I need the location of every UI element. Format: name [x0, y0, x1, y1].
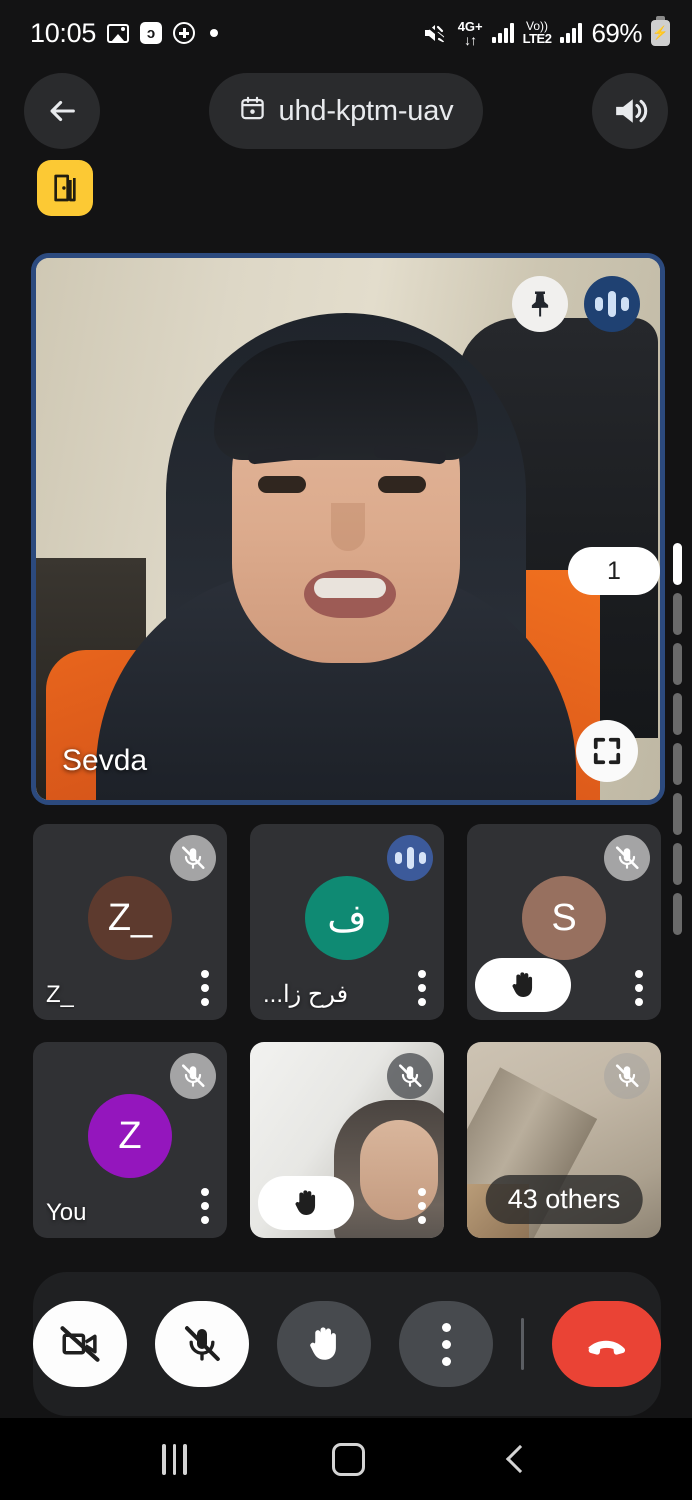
- more-vertical-icon: [441, 1322, 451, 1366]
- status-clock: 10:05: [30, 17, 97, 48]
- speaker-button[interactable]: [592, 73, 668, 149]
- android-nav-bar: [0, 1418, 692, 1500]
- mic-off-icon: [604, 1053, 650, 1099]
- person-hair: [214, 340, 478, 460]
- teeth: [314, 578, 386, 598]
- page-tick-7[interactable]: [673, 843, 682, 885]
- raise-hand-icon: [258, 1176, 354, 1230]
- camera-off-button[interactable]: [33, 1301, 127, 1387]
- plus-circle-icon: [173, 22, 196, 44]
- status-bar-right: 4G+ ↓↑ Vo)) LTE2 69% ⚡: [422, 16, 670, 49]
- nose: [331, 503, 365, 551]
- fullscreen-icon[interactable]: [576, 720, 638, 782]
- meeting-code-text: uhd-kptm-uav: [278, 94, 454, 127]
- page-indicator: 1: [568, 547, 660, 595]
- page-tick-8[interactable]: [673, 893, 682, 935]
- network-type-icon: 4G+ ↓↑: [457, 18, 483, 48]
- more-vertical-icon[interactable]: [418, 1188, 426, 1224]
- speaker-mute-icon: [422, 21, 449, 44]
- audio-levels-icon: [387, 835, 433, 881]
- more-vertical-icon[interactable]: [635, 970, 643, 1006]
- page-tick-5[interactable]: [673, 743, 682, 785]
- avatar: S: [522, 876, 606, 961]
- participant-tile-4[interactable]: [250, 1042, 444, 1238]
- mic-off-icon: [170, 1053, 216, 1099]
- meeting-top-bar: uhd-kptm-uav: [0, 66, 692, 156]
- raise-hand-button[interactable]: [277, 1301, 371, 1387]
- mic-off-icon: [170, 835, 216, 881]
- meet-screen: 10:05 ᴐ 4G+ ↓↑ Vo)) LTE2 69% ⚡ uhd-kptm-…: [0, 0, 692, 1500]
- calendar-icon: [239, 95, 266, 127]
- signal-bars-icon-1: [491, 23, 514, 43]
- eye-left: [258, 476, 306, 493]
- participant-name: You: [46, 1199, 87, 1226]
- participant-name: فرح زا...: [263, 981, 349, 1008]
- participant-tile-0[interactable]: Z_ Z_: [33, 824, 227, 1020]
- participant-tile-2[interactable]: S: [467, 824, 661, 1020]
- toolbar-divider: [521, 1318, 524, 1370]
- photo-icon: [107, 23, 130, 43]
- avatar: Z_: [88, 876, 172, 961]
- page-scroll-ticks[interactable]: [673, 543, 682, 935]
- back-icon[interactable]: [505, 1444, 534, 1474]
- others-count-label[interactable]: 43 others: [485, 1175, 643, 1224]
- pin-icon[interactable]: [512, 276, 568, 332]
- main-participant-name: Sevda: [62, 744, 148, 777]
- participant-tile-5[interactable]: 43 others: [467, 1042, 661, 1238]
- page-tick-1[interactable]: [673, 543, 682, 585]
- status-bar-left: 10:05 ᴐ: [30, 17, 219, 49]
- home-icon[interactable]: [331, 1442, 365, 1476]
- more-vertical-icon[interactable]: [201, 970, 209, 1006]
- dot-icon: [210, 29, 219, 37]
- main-video-tile[interactable]: Sevda: [31, 253, 665, 805]
- participant-tile-1[interactable]: ف فرح زا...: [250, 824, 444, 1020]
- raise-hand-icon: [475, 958, 571, 1012]
- more-options-button[interactable]: [399, 1301, 493, 1387]
- signal-bars-icon-2: [560, 23, 583, 43]
- participant-name: Z_: [46, 981, 75, 1008]
- mic-off-icon: [604, 835, 650, 881]
- meeting-code-chip[interactable]: uhd-kptm-uav: [208, 73, 484, 149]
- back-button[interactable]: [24, 73, 100, 149]
- mic-off-icon: [387, 1053, 433, 1099]
- participant-tile-3[interactable]: Z You: [33, 1042, 227, 1238]
- end-call-button[interactable]: [551, 1301, 661, 1387]
- mic-off-button[interactable]: [155, 1301, 249, 1387]
- avatar: Z: [88, 1094, 172, 1179]
- page-tick-3[interactable]: [673, 643, 682, 685]
- page-tick-6[interactable]: [673, 793, 682, 835]
- avatar: ف: [305, 876, 389, 961]
- participant-grid: Z_ Z_ ف فرح زا... S Z You 43 others: [33, 824, 661, 1238]
- audio-levels-icon: [584, 276, 640, 332]
- youtube-music-icon: ᴐ: [140, 22, 163, 44]
- eye-right: [378, 476, 426, 493]
- recents-icon[interactable]: [162, 1443, 187, 1475]
- meeting-toolbar: [33, 1272, 661, 1416]
- status-bar: 10:05 ᴐ 4G+ ↓↑ Vo)) LTE2 69% ⚡: [0, 0, 692, 66]
- battery-percent: 69%: [591, 17, 642, 48]
- page-tick-2[interactable]: [673, 593, 682, 635]
- volte-icon: Vo)) LTE2: [522, 18, 552, 47]
- more-vertical-icon[interactable]: [201, 1188, 209, 1224]
- more-vertical-icon[interactable]: [418, 970, 426, 1006]
- door-exit-icon[interactable]: [37, 160, 93, 216]
- battery-charging-icon: ⚡: [651, 16, 670, 46]
- page-tick-4[interactable]: [673, 693, 682, 735]
